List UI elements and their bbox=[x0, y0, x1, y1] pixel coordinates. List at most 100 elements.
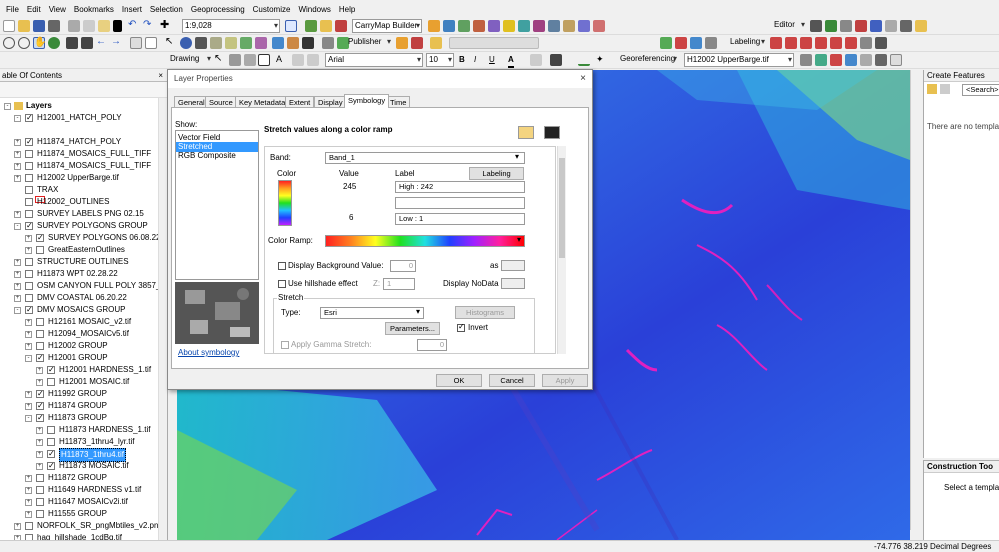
toc-layer-row[interactable]: + STRUCTURE OUTLINES bbox=[0, 256, 158, 268]
labeling-icon-6[interactable] bbox=[845, 37, 857, 49]
expand-icon[interactable]: + bbox=[25, 331, 32, 338]
expand-icon[interactable]: + bbox=[14, 259, 21, 266]
layer-label[interactable]: H11873 GROUP bbox=[48, 412, 107, 424]
carrymap-icon-2[interactable] bbox=[443, 20, 455, 32]
toc-scrollbar[interactable] bbox=[158, 98, 167, 540]
layer-visibility-checkbox[interactable] bbox=[36, 330, 44, 338]
menu-file[interactable]: File bbox=[2, 5, 23, 14]
carrymap-builder-dropdown[interactable]: CarryMap Builder bbox=[352, 19, 422, 33]
toc-layer-row[interactable]: + H11555 GROUP bbox=[0, 508, 158, 520]
layer-label[interactable]: H12001_HATCH_POLY bbox=[37, 112, 122, 124]
menu-windows[interactable]: Windows bbox=[294, 5, 334, 14]
collapse-icon[interactable]: - bbox=[25, 355, 32, 362]
collapse-icon[interactable]: - bbox=[14, 307, 21, 314]
layer-visibility-checkbox[interactable] bbox=[36, 486, 44, 494]
carrymap-icon-1[interactable] bbox=[428, 20, 440, 32]
toc-window-icon[interactable] bbox=[305, 20, 317, 32]
expand-icon[interactable]: + bbox=[14, 283, 21, 290]
toolbox-icon[interactable] bbox=[335, 20, 347, 32]
collapse-icon[interactable]: - bbox=[14, 115, 21, 122]
layer-label[interactable]: TRAX bbox=[37, 184, 58, 196]
layer-visibility-checkbox[interactable] bbox=[25, 174, 33, 182]
labeling-icon-5[interactable] bbox=[830, 37, 842, 49]
labeling-pointer-icon[interactable] bbox=[660, 37, 672, 49]
layer-label[interactable]: H11873 HARDNESS_1.tif bbox=[59, 424, 150, 436]
menu-view[interactable]: View bbox=[45, 5, 70, 14]
layer-visibility-checkbox[interactable] bbox=[36, 232, 44, 244]
toc-layer-row[interactable]: H12002_OUTLINES bbox=[0, 196, 158, 208]
carrymap-icon-7[interactable] bbox=[518, 20, 530, 32]
layer-visibility-checkbox[interactable] bbox=[36, 342, 44, 350]
toc-layer-row[interactable]: - H11873 GROUP bbox=[0, 412, 158, 424]
toc-layer-row[interactable]: +H11873_1thru4.tif bbox=[0, 448, 158, 462]
about-symbology-link[interactable]: About symbology bbox=[178, 348, 239, 358]
toc-layer-row[interactable]: + H11874_MOSAICS_FULL_TIFF bbox=[0, 160, 158, 172]
carrymap-icon-5[interactable] bbox=[488, 20, 500, 32]
toc-layer-row[interactable]: + SURVEY POLYGONS 06.08.22 bbox=[0, 232, 161, 244]
stretch-type-combo[interactable]: Esri bbox=[320, 307, 424, 319]
zoom-out-icon[interactable] bbox=[18, 37, 30, 49]
tab-symbology[interactable]: Symbology bbox=[344, 94, 390, 108]
editor-toolbar-icon[interactable] bbox=[285, 20, 297, 32]
layer-visibility-checkbox[interactable] bbox=[36, 400, 44, 412]
publisher-icon-2[interactable] bbox=[411, 37, 423, 49]
fixed-zoom-out-icon[interactable] bbox=[81, 37, 93, 49]
add-data-icon[interactable]: ✚ bbox=[160, 20, 172, 32]
font-name-combo[interactable]: Arial bbox=[325, 53, 423, 67]
layer-label[interactable]: H12001 GROUP bbox=[48, 352, 108, 364]
geo-icon-4[interactable] bbox=[845, 54, 857, 66]
print-icon[interactable] bbox=[48, 20, 60, 32]
toc-layer-row[interactable]: + H12161 MOSAIC_v2.tif bbox=[0, 316, 158, 328]
layer-visibility-checkbox[interactable] bbox=[36, 388, 44, 400]
expand-icon[interactable]: + bbox=[25, 475, 32, 482]
cancel-button[interactable]: Cancel bbox=[489, 374, 535, 387]
layer-label[interactable]: H12001 MOSAIC.tif bbox=[59, 376, 129, 388]
layer-label[interactable]: SURVEY POLYGONS GROUP bbox=[37, 220, 148, 232]
menu-help[interactable]: Help bbox=[335, 5, 359, 14]
layer-label[interactable]: STRUCTURE OUTLINES bbox=[37, 256, 129, 268]
labeling-icon-8[interactable] bbox=[875, 37, 887, 49]
geo-icon-2[interactable] bbox=[815, 54, 827, 66]
expand-icon[interactable]: + bbox=[14, 139, 21, 146]
band-combo[interactable]: Band_1 bbox=[325, 152, 525, 164]
layer-label[interactable]: SURVEY POLYGONS 06.08.22 bbox=[48, 232, 161, 244]
italic-button[interactable]: I bbox=[474, 54, 476, 66]
layer-label[interactable]: H12001 HARDNESS_1.tif bbox=[59, 364, 151, 376]
expand-icon[interactable]: + bbox=[25, 511, 32, 518]
layer-label[interactable]: H12161 MOSAIC_v2.tif bbox=[48, 316, 131, 328]
toc-layer-row[interactable]: - DMV MOSAICS GROUP bbox=[0, 304, 158, 316]
carrymap-icon-4[interactable] bbox=[473, 20, 485, 32]
expand-icon[interactable]: + bbox=[36, 427, 43, 434]
straight-segment-icon[interactable] bbox=[825, 20, 837, 32]
layer-label[interactable]: hag_hillshade_1cdBq.tif bbox=[37, 532, 122, 540]
menu-selection[interactable]: Selection bbox=[146, 5, 187, 14]
copy-icon[interactable] bbox=[83, 20, 95, 32]
layer-visibility-checkbox[interactable] bbox=[47, 364, 55, 376]
fixed-zoom-in-icon[interactable] bbox=[66, 37, 78, 49]
layer-visibility-checkbox[interactable] bbox=[36, 246, 44, 254]
layer-visibility-checkbox[interactable] bbox=[25, 162, 33, 170]
template-view-icon[interactable] bbox=[940, 84, 950, 94]
geo-icon-7[interactable] bbox=[890, 54, 902, 66]
underline-button[interactable]: U bbox=[489, 54, 495, 66]
expand-icon[interactable]: + bbox=[25, 235, 32, 242]
geo-icon-1[interactable] bbox=[800, 54, 812, 66]
dialog-close-icon[interactable]: × bbox=[580, 70, 586, 88]
layer-label[interactable]: DMV COASTAL 06.20.22 bbox=[37, 292, 127, 304]
toc-layer-row[interactable]: + GreatEasternOutlines bbox=[0, 244, 158, 256]
layer-visibility-checkbox[interactable] bbox=[36, 412, 44, 424]
swipe-icon[interactable] bbox=[322, 37, 334, 49]
toc-layer-row[interactable]: - H12001 GROUP bbox=[0, 352, 158, 364]
paste-icon[interactable] bbox=[98, 20, 110, 32]
expand-icon[interactable]: + bbox=[36, 463, 43, 470]
labeling-icon-3[interactable] bbox=[800, 37, 812, 49]
layer-visibility-checkbox[interactable] bbox=[25, 150, 33, 158]
layer-label[interactable]: SURVEY LABELS PNG 02.15 bbox=[37, 208, 144, 220]
carrymap-icon-11[interactable] bbox=[578, 20, 590, 32]
go-to-xy-icon[interactable] bbox=[302, 37, 314, 49]
expand-icon[interactable]: + bbox=[25, 403, 32, 410]
expand-icon[interactable]: + bbox=[14, 271, 21, 278]
redo-icon[interactable]: ↷ bbox=[143, 20, 155, 32]
geo-icon-3[interactable] bbox=[830, 54, 842, 66]
ok-button[interactable]: OK bbox=[436, 374, 482, 387]
